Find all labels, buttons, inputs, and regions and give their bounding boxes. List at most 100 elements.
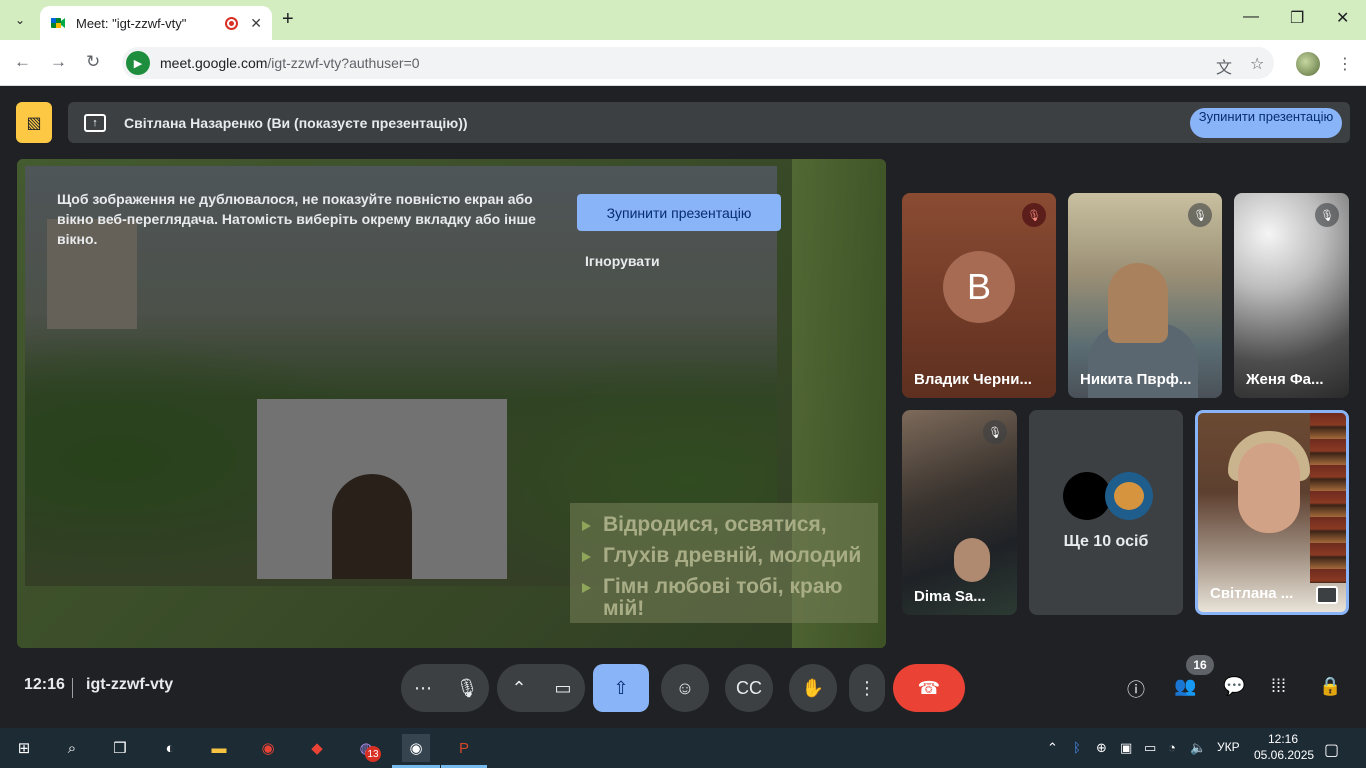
slide-line: Відродися, освятися,	[578, 514, 870, 536]
browser-toolbar: ← → ↻ ▶ meet.google.com/igt-zzwf-vty?aut…	[0, 40, 1366, 86]
forward-icon[interactable]: →	[50, 52, 67, 72]
ignore-button[interactable]: Ігнорувати	[585, 253, 660, 269]
divider	[72, 678, 73, 698]
meet-tray-icon[interactable]: ▣	[1120, 740, 1132, 756]
more-participants-tile[interactable]: Ще 10 осіб	[1029, 410, 1183, 615]
chrome-active-icon[interactable]: ◉	[402, 734, 430, 762]
microphone-icon[interactable]: 🎙	[445, 664, 489, 712]
system-time: 12:16	[1267, 732, 1299, 746]
reload-icon[interactable]: ↻	[86, 52, 100, 72]
anydesk-icon[interactable]: ◆	[303, 734, 331, 762]
mic-off-icon: 🎙	[1188, 203, 1212, 227]
stop-presenting-pill-button[interactable]: Зупинити презентацію	[1190, 108, 1342, 138]
meeting-info-icon[interactable]: ⓘ	[1127, 676, 1145, 702]
windows-start-icon[interactable]: ⊞	[10, 734, 38, 762]
tab-close-icon[interactable]: ✕	[250, 15, 262, 32]
chrome-menu-icon[interactable]: ⋮	[1337, 54, 1353, 74]
avatar	[1105, 472, 1153, 520]
bookshelf-background	[1310, 413, 1346, 583]
back-icon[interactable]: ←	[14, 52, 31, 72]
leave-call-button[interactable]: ☎	[893, 664, 965, 712]
chrome-icon[interactable]: ◉	[254, 734, 282, 762]
minimize-icon[interactable]: —	[1243, 8, 1259, 26]
participant-name: Никита Пврф...	[1080, 371, 1192, 388]
meeting-code: igt-zzwf-vty	[86, 676, 174, 693]
mic-off-icon: 🎙	[1315, 203, 1339, 227]
people-count-badge: 16	[1186, 655, 1214, 675]
participant-name: Світлана ...	[1210, 585, 1294, 602]
restore-icon[interactable]: ❐	[1290, 8, 1304, 28]
participant-tile[interactable]: 🎙 Женя Фа...	[1234, 193, 1349, 398]
stop-presentation-button[interactable]: Зупинити презентацію	[577, 194, 781, 231]
presentation-off-icon[interactable]: ▧	[16, 102, 52, 143]
meeting-clock: 12:16	[24, 676, 65, 693]
emoji-icon[interactable]: ☺	[661, 664, 709, 712]
tab-title: Meet: "igt-zzwf-vty"	[76, 15, 187, 31]
wifi-icon[interactable]: ◔	[1168, 740, 1176, 755]
task-view-icon[interactable]: ❒	[106, 734, 134, 762]
address-bar[interactable]: ▶ meet.google.com/igt-zzwf-vty?authuser=…	[122, 47, 1274, 79]
mic-off-icon: 🎙	[983, 420, 1007, 444]
battery-icon[interactable]: ▭	[1144, 740, 1156, 756]
captions-icon[interactable]: CC	[725, 664, 773, 712]
chat-icon[interactable]: 💬	[1223, 676, 1245, 697]
browser-tab-strip: ⌄ Meet: "igt-zzwf-vty" ✕ + — ❐ ✕	[0, 0, 1366, 40]
defender-icon[interactable]: ⊕	[1096, 740, 1107, 756]
bullet-icon	[582, 552, 591, 562]
meet-main: ▧ ↑ Світлана Назаренко (Ви (показуєте пр…	[0, 86, 1366, 728]
participant-tile[interactable]: 🎙 Dima Sa...	[902, 410, 1017, 615]
video-feed-face	[1238, 443, 1300, 533]
system-clock[interactable]: 12:16 05.06.2025	[1254, 731, 1315, 763]
participant-tile[interactable]: 🎙 Никита Пврф...	[1068, 193, 1222, 398]
present-screen-icon: ↑	[84, 113, 106, 132]
browser-tab[interactable]: Meet: "igt-zzwf-vty" ✕	[40, 6, 272, 40]
search-icon[interactable]: ⌕	[58, 734, 86, 762]
participant-name: Владик Черни...	[914, 371, 1032, 388]
tray-chevron-icon[interactable]: ⌃	[1047, 740, 1058, 756]
language-indicator[interactable]: УКР	[1217, 740, 1240, 754]
system-date: 05.06.2025	[1254, 748, 1315, 762]
gate-image	[257, 399, 507, 579]
google-meet-icon	[51, 18, 65, 28]
presentation-stage: Відродися, освятися, Глухів древній, мол…	[17, 159, 886, 648]
url-text: meet.google.com/igt-zzwf-vty?authuser=0	[160, 55, 420, 71]
site-info-icon[interactable]: ▶	[126, 51, 150, 75]
people-icon[interactable]: 👥	[1174, 676, 1196, 697]
avatar: В	[943, 251, 1015, 323]
bullet-icon	[582, 583, 591, 593]
notifications-icon[interactable]: ▢	[1324, 740, 1339, 760]
more-options-dots-icon[interactable]: ⋯	[401, 664, 445, 712]
bluetooth-icon[interactable]: ᛒ	[1073, 740, 1081, 755]
bullet-icon	[582, 521, 591, 531]
new-tab-icon[interactable]: +	[282, 8, 294, 31]
close-window-icon[interactable]: ✕	[1336, 8, 1349, 28]
powerpoint-icon[interactable]: P	[450, 734, 478, 762]
more-participants-label: Ще 10 осіб	[1063, 533, 1149, 550]
bookmark-star-icon[interactable]: ☆	[1250, 54, 1264, 74]
host-controls-icon[interactable]: 🔒	[1319, 676, 1341, 697]
tab-search-chevron-icon[interactable]: ⌄	[6, 6, 34, 34]
slide-poem: Відродися, освятися, Глухів древній, мол…	[570, 503, 878, 623]
avatar	[1063, 472, 1111, 520]
camera-options-chevron-icon[interactable]: ⌃	[497, 664, 541, 712]
presenting-banner: ↑ Світлана Назаренко (Ви (показуєте през…	[68, 102, 1350, 143]
participant-name: Женя Фа...	[1246, 371, 1324, 388]
mic-off-icon: 🎙	[1022, 203, 1046, 227]
camera-icon[interactable]: ▭	[541, 664, 585, 712]
video-feed-face	[1108, 263, 1168, 343]
more-options-icon[interactable]: ⋮	[849, 664, 885, 712]
mirror-warning-text: Щоб зображення не дублювалося, не показу…	[57, 191, 536, 247]
pip-icon[interactable]	[1316, 586, 1338, 604]
edge-icon[interactable]: ◐	[156, 734, 184, 762]
profile-avatar[interactable]	[1296, 52, 1320, 76]
participant-tile[interactable]: В 🎙 Владик Черни...	[902, 193, 1056, 398]
translate-icon[interactable]: 文	[1216, 54, 1232, 78]
present-now-button[interactable]: ⇧	[593, 664, 649, 712]
self-tile[interactable]: Світлана ...	[1195, 410, 1349, 615]
activities-icon[interactable]: ⁞⁞⁞	[1271, 676, 1286, 697]
file-explorer-icon[interactable]: ▬	[205, 734, 233, 762]
volume-icon[interactable]: 🔈	[1190, 740, 1206, 756]
raise-hand-icon[interactable]: ✋	[789, 664, 837, 712]
video-feed-face	[954, 538, 990, 582]
recording-indicator-icon	[225, 16, 239, 30]
